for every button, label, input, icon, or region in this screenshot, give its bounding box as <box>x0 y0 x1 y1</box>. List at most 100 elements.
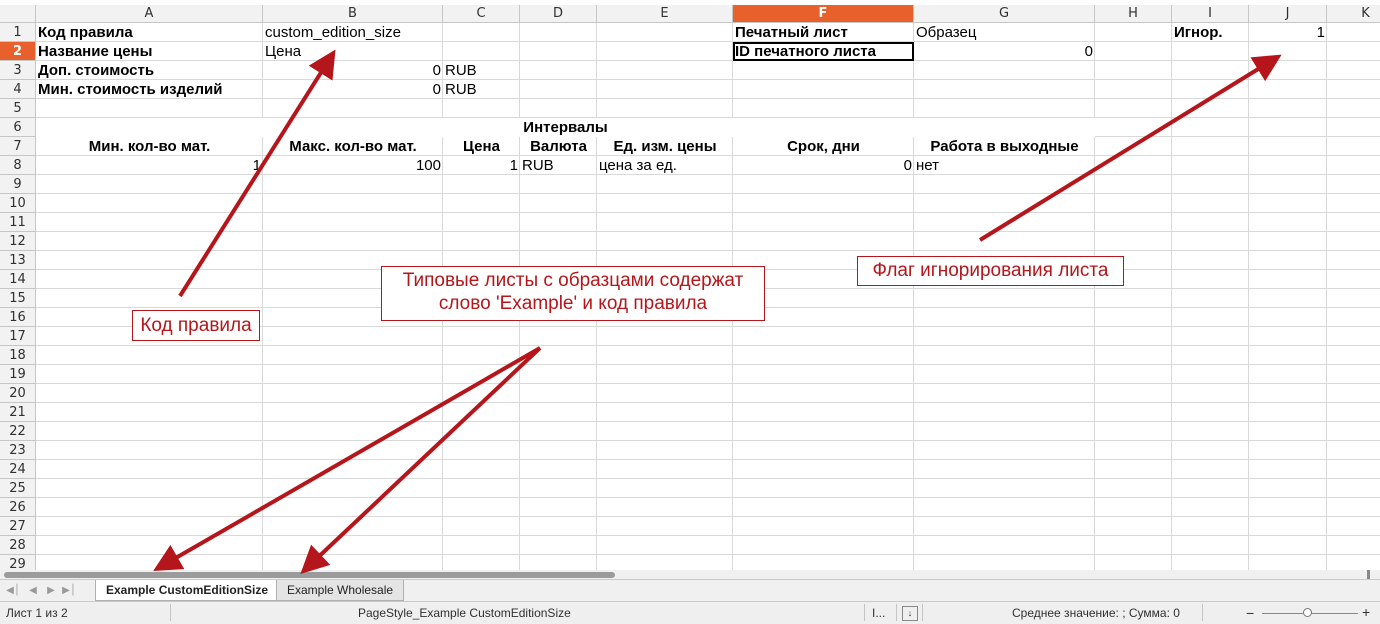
row-header-27[interactable]: 27 <box>0 517 36 536</box>
row-header-10[interactable]: 10 <box>0 194 36 213</box>
cell-d8[interactable]: RUB <box>520 156 597 175</box>
row-header-21[interactable]: 21 <box>0 403 36 422</box>
cell-b3[interactable]: 0 <box>263 61 443 80</box>
sheet-tab-bar: ◀│ ◀ ▶ ▶│ Example CustomEditionSize Exam… <box>0 579 1380 601</box>
row-header-23[interactable]: 23 <box>0 441 36 460</box>
cell-a7[interactable]: Мин. кол-во мат. <box>36 137 263 156</box>
column-header-k[interactable]: K <box>1327 5 1380 23</box>
zoom-slider-knob[interactable] <box>1303 608 1312 617</box>
cell-e8[interactable]: цена за ед. <box>597 156 733 175</box>
row-header-16[interactable]: 16 <box>0 308 36 327</box>
column-header-e[interactable]: E <box>597 5 733 23</box>
insert-mode[interactable]: I... <box>872 606 885 620</box>
row-header-15[interactable]: 15 <box>0 289 36 308</box>
row-header-20[interactable]: 20 <box>0 384 36 403</box>
row-header-28[interactable]: 28 <box>0 536 36 555</box>
cell-b1[interactable]: custom_edition_size <box>263 23 443 42</box>
row-header-24[interactable]: 24 <box>0 460 36 479</box>
cell-a1[interactable]: Код правила <box>36 23 263 42</box>
row-header-14[interactable]: 14 <box>0 270 36 289</box>
column-header-h[interactable]: H <box>1095 5 1172 23</box>
select-all-corner[interactable] <box>0 5 36 23</box>
row-gridline <box>36 497 1380 498</box>
cell-d7[interactable]: Валюта <box>520 137 597 156</box>
cell-c3[interactable]: RUB <box>443 61 520 80</box>
cell-e7[interactable]: Ед. изм. цены <box>597 137 733 156</box>
cell-j1[interactable]: 1 <box>1249 23 1327 42</box>
cell-b8[interactable]: 100 <box>263 156 443 175</box>
status-separator <box>864 604 865 621</box>
row-header-11[interactable]: 11 <box>0 213 36 232</box>
selection-summary[interactable]: Среднее значение: ; Сумма: 0 <box>1012 606 1180 620</box>
row-header-26[interactable]: 26 <box>0 498 36 517</box>
cell-c4[interactable]: RUB <box>443 80 520 99</box>
row-header-3[interactable]: 3 <box>0 61 36 80</box>
cell-c7[interactable]: Цена <box>443 137 520 156</box>
row-header-8[interactable]: 8 <box>0 156 36 175</box>
column-header-j[interactable]: J <box>1249 5 1327 23</box>
row-header-9[interactable]: 9 <box>0 175 36 194</box>
cell-f7[interactable]: Срок, дни <box>733 137 914 156</box>
row-header-29[interactable]: 29 <box>0 555 36 570</box>
column-header-i[interactable]: I <box>1172 5 1249 23</box>
column-header-g[interactable]: G <box>914 5 1095 23</box>
tab-example-wholesale[interactable]: Example Wholesale <box>276 580 405 601</box>
row-gridline <box>36 478 1380 479</box>
cell-i1[interactable]: Игнор. <box>1172 23 1249 42</box>
row-header-22[interactable]: 22 <box>0 422 36 441</box>
first-sheet-icon[interactable]: ◀│ <box>6 583 20 599</box>
zoom-in-icon[interactable]: + <box>1362 604 1370 620</box>
row-header-7[interactable]: 7 <box>0 137 36 156</box>
row-gridline <box>36 516 1380 517</box>
cell-b4[interactable]: 0 <box>263 80 443 99</box>
column-gridline <box>1171 23 1172 570</box>
column-header-a[interactable]: A <box>36 5 263 23</box>
column-header-b[interactable]: B <box>263 5 443 23</box>
column-gridline <box>262 23 263 570</box>
cell-a6-merged-intervals[interactable]: Интервалы <box>36 118 1095 137</box>
cell-g1[interactable]: Образец <box>914 23 1095 42</box>
cell-a3[interactable]: Доп. стоимость <box>36 61 263 80</box>
column-header-c[interactable]: C <box>443 5 520 23</box>
cell-a2[interactable]: Название цены <box>36 42 263 61</box>
status-separator <box>922 604 923 621</box>
row-gridline <box>36 193 1380 194</box>
horizontal-scrollbar[interactable] <box>0 570 1380 579</box>
cell-c8[interactable]: 1 <box>443 156 520 175</box>
cell-g7[interactable]: Работа в выходные <box>914 137 1095 156</box>
page-style[interactable]: PageStyle_Example CustomEditionSize <box>358 606 571 620</box>
row-gridline <box>36 459 1380 460</box>
last-sheet-icon[interactable]: ▶│ <box>62 583 76 599</box>
column-header-d[interactable]: D <box>520 5 597 23</box>
cell-b7[interactable]: Макс. кол-во мат. <box>263 137 443 156</box>
vertical-scroll-indicator <box>1367 570 1370 579</box>
callout-sample-sheets: Типовые листы с образцами содержат слово… <box>381 266 765 321</box>
tab-example-customeditionsize[interactable]: Example CustomEditionSize <box>95 580 280 601</box>
cell-b2[interactable]: Цена <box>263 42 443 61</box>
row-header-19[interactable]: 19 <box>0 365 36 384</box>
row-header-1[interactable]: 1 <box>0 23 36 42</box>
cell-g8[interactable]: нет <box>914 156 1095 175</box>
column-header-f[interactable]: F <box>733 5 914 23</box>
row-header-4[interactable]: 4 <box>0 80 36 99</box>
cell-f2-selected[interactable]: ID печатного листа <box>733 42 914 61</box>
row-gridline <box>36 535 1380 536</box>
horizontal-scrollbar-thumb[interactable] <box>4 572 615 578</box>
next-sheet-icon[interactable]: ▶ <box>44 583 58 599</box>
prev-sheet-icon[interactable]: ◀ <box>26 583 40 599</box>
row-header-6[interactable]: 6 <box>0 118 36 137</box>
cell-a4[interactable]: Мин. стоимость изделий <box>36 80 263 99</box>
cell-f8[interactable]: 0 <box>733 156 914 175</box>
row-header-5[interactable]: 5 <box>0 99 36 118</box>
cell-a8[interactable]: 1 <box>36 156 263 175</box>
row-header-12[interactable]: 12 <box>0 232 36 251</box>
row-header-13[interactable]: 13 <box>0 251 36 270</box>
row-header-18[interactable]: 18 <box>0 346 36 365</box>
row-header-25[interactable]: 25 <box>0 479 36 498</box>
row-header-17[interactable]: 17 <box>0 327 36 346</box>
cell-g2[interactable]: 0 <box>914 42 1095 61</box>
cell-f1[interactable]: Печатный лист <box>733 23 914 42</box>
document-modified-icon[interactable]: ↓ <box>902 606 918 621</box>
row-header-2[interactable]: 2 <box>0 42 36 61</box>
zoom-out-icon[interactable]: − <box>1246 605 1254 621</box>
